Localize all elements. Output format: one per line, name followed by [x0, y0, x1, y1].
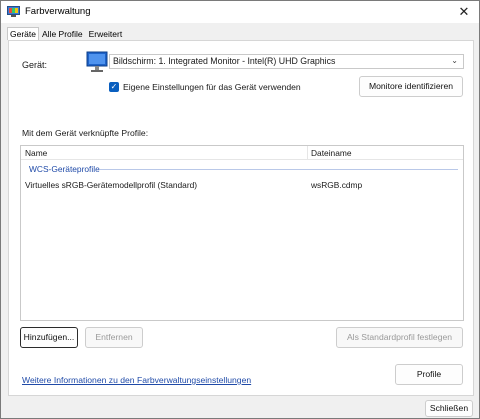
tab-all-profiles[interactable]: Alle Profile [39, 27, 86, 40]
identify-monitors-button[interactable]: Monitore identifizieren [359, 76, 463, 97]
add-button[interactable]: Hinzufügen... [20, 327, 78, 348]
own-settings-checkbox[interactable]: ✓ [109, 82, 119, 92]
color-management-icon [7, 6, 20, 17]
device-dropdown[interactable]: Bildschirm: 1. Integrated Monitor - Inte… [109, 54, 464, 69]
window-title: Farbverwaltung [25, 6, 91, 17]
profiles-list[interactable]: Name Dateiname WCS-Geräteprofile Virtuel… [20, 145, 464, 321]
device-dropdown-value: Bildschirm: 1. Integrated Monitor - Inte… [113, 56, 336, 66]
close-window-button[interactable]: ✕ [455, 3, 473, 21]
remove-button[interactable]: Entfernen [85, 327, 143, 348]
tab-advanced[interactable]: Erweitert [86, 27, 126, 40]
profile-row-file[interactable]: wsRGB.cdmp [311, 180, 362, 190]
profiles-heading: Mit dem Gerät verknüpfte Profile: [22, 128, 149, 138]
profile-row-name[interactable]: Virtuelles sRGB-Gerätemodellprofil (Stan… [25, 180, 197, 190]
chevron-down-icon: ⌄ [451, 56, 458, 65]
own-settings-row[interactable]: ✓ Eigene Einstellungen für das Gerät ver… [109, 81, 301, 93]
monitor-icon [86, 51, 108, 72]
close-button[interactable]: Schließen [425, 400, 473, 417]
tab-bar: Geräte Alle Profile Erweitert [7, 27, 125, 40]
column-header-name[interactable]: Name [25, 148, 47, 158]
group-divider [100, 169, 458, 170]
tab-devices[interactable]: Geräte [7, 27, 39, 40]
column-header-file[interactable]: Dateiname [311, 148, 352, 158]
list-header: Name Dateiname [21, 146, 463, 160]
column-separator [307, 146, 308, 160]
device-label: Gerät: [22, 60, 48, 70]
devices-panel: Gerät: Bildschirm: 1. Integrated Monitor… [8, 40, 474, 396]
more-info-link[interactable]: Weitere Informationen zu den Farbverwalt… [22, 375, 251, 385]
title-bar: Farbverwaltung ✕ [1, 1, 479, 23]
set-default-button[interactable]: Als Standardprofil festlegen [336, 327, 463, 348]
group-header-wcs: WCS-Geräteprofile [29, 164, 100, 174]
color-management-window: Farbverwaltung ✕ Geräte Alle Profile Erw… [0, 0, 480, 419]
profiles-button[interactable]: Profile [395, 364, 463, 385]
own-settings-label: Eigene Einstellungen für das Gerät verwe… [123, 82, 301, 92]
